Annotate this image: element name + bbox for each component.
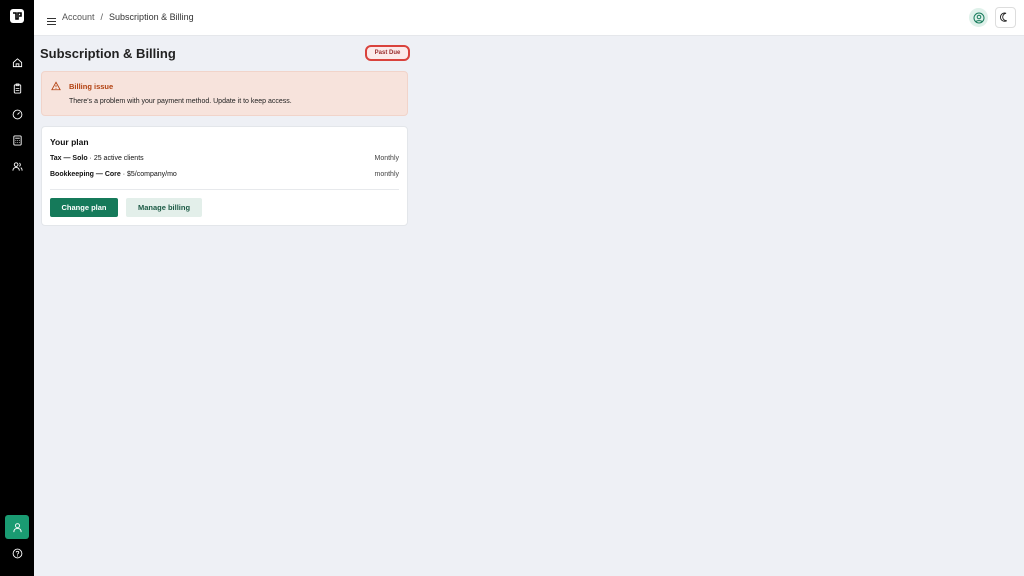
calculator-icon[interactable] xyxy=(9,132,25,148)
plan-row: Bookkeeping — Core · $5/company/mo month… xyxy=(50,171,399,178)
alert-title: Billing issue xyxy=(69,82,114,91)
status-badge: Past Due xyxy=(365,45,410,61)
moon-icon xyxy=(1000,12,1008,22)
billing-alert: Billing issue There's a problem with you… xyxy=(41,71,408,116)
user-icon xyxy=(12,522,22,532)
user-circle-icon xyxy=(973,12,984,23)
plan-name: Tax — Solo · 25 active clients xyxy=(50,155,144,162)
page-title: Subscription & Billing xyxy=(40,46,176,61)
menu-icon[interactable] xyxy=(47,13,56,25)
gauge-icon[interactable] xyxy=(9,106,25,122)
manage-billing-button[interactable]: Manage billing xyxy=(126,198,202,217)
breadcrumb: Account / Subscription & Billing xyxy=(62,12,194,22)
plan-frequency: monthly xyxy=(374,171,399,178)
breadcrumb-current: Subscription & Billing xyxy=(109,12,194,22)
alert-message: There's a problem with your payment meth… xyxy=(69,98,292,105)
profile-nav-button[interactable] xyxy=(5,515,29,539)
breadcrumb-separator: / xyxy=(100,12,104,22)
change-plan-button[interactable]: Change plan xyxy=(50,198,118,217)
divider xyxy=(50,189,399,190)
plan-row: Tax — Solo · 25 active clients Monthly xyxy=(50,155,399,162)
theme-toggle-button[interactable] xyxy=(995,7,1016,28)
card-title: Your plan xyxy=(50,137,89,147)
warning-icon xyxy=(51,81,61,91)
home-icon[interactable] xyxy=(9,54,25,70)
plan-frequency: Monthly xyxy=(374,155,399,162)
logo-icon[interactable] xyxy=(9,8,25,24)
clipboard-icon[interactable] xyxy=(9,80,25,96)
sidebar xyxy=(0,0,34,576)
help-icon[interactable] xyxy=(9,545,25,561)
topbar: Account / Subscription & Billing xyxy=(34,0,1024,36)
breadcrumb-account[interactable]: Account xyxy=(62,12,95,22)
users-icon[interactable] xyxy=(9,158,25,174)
account-avatar-button[interactable] xyxy=(969,8,988,27)
plan-name: Bookkeeping — Core · $5/company/mo xyxy=(50,171,177,178)
plan-card: Your plan Tax — Solo · 25 active clients… xyxy=(41,126,408,226)
